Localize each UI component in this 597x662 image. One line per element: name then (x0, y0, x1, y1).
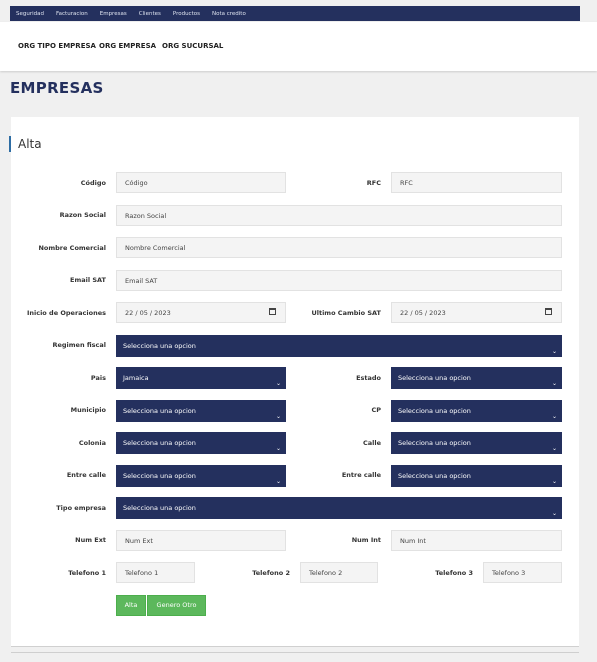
tipo-empresa-value: Selecciona una opcion (123, 504, 196, 512)
section-title: Alta (9, 136, 42, 152)
chevron-down-icon: ⌄ (551, 445, 557, 452)
calle-select[interactable]: Selecciona una opcion ⌄ (391, 432, 562, 454)
chevron-down-icon: ⌄ (275, 380, 281, 387)
entre-calle-2-value: Selecciona una opcion (398, 472, 471, 480)
colonia-value: Selecciona una opcion (123, 439, 196, 447)
entre-calle-1-select[interactable]: Selecciona una opcion ⌄ (116, 465, 286, 487)
chevron-down-icon: ⌄ (551, 510, 557, 517)
chevron-down-icon: ⌄ (275, 445, 281, 452)
telefono1-label: Telefono 1 (68, 569, 106, 577)
num-ext-label: Num Ext (75, 536, 106, 544)
nav-item-productos[interactable]: Productos (173, 11, 200, 17)
entre-calle-1-value: Selecciona una opcion (123, 472, 196, 480)
regimen-fiscal-label: Regimen fiscal (52, 341, 106, 349)
tipo-empresa-label: Tipo empresa (56, 504, 106, 512)
divider (11, 652, 579, 653)
cp-value: Selecciona una opcion (398, 407, 471, 415)
sub-navbar: ORG TIPO EMPRESA ORG EMPRESA ORG SUCURSA… (0, 22, 597, 71)
entre-calle-2-select[interactable]: Selecciona una opcion ⌄ (391, 465, 562, 487)
email-sat-label: Email SAT (70, 276, 106, 284)
nav-item-empresas[interactable]: Empresas (100, 11, 127, 17)
alta-button[interactable]: Alta (116, 595, 146, 616)
nav-item-nota-credito[interactable]: Nota credito (212, 11, 246, 17)
estado-select[interactable]: Selecciona una opcion ⌄ (391, 367, 562, 389)
razon-social-input[interactable]: Razon Social (116, 205, 562, 226)
telefono2-input[interactable]: Telefono 2 (300, 562, 378, 583)
telefono3-label: Telefono 3 (435, 569, 473, 577)
razon-social-label: Razon Social (59, 211, 106, 219)
rfc-input[interactable]: RFC (391, 172, 562, 193)
codigo-input[interactable]: Código (116, 172, 286, 193)
ultimo-cambio-sat-date[interactable]: 22 / 05 / 2023 (391, 302, 562, 323)
rfc-label: RFC (366, 179, 381, 187)
ultimo-cambio-sat-label: Ultimo Cambio SAT (311, 309, 381, 317)
telefono2-label: Telefono 2 (252, 569, 290, 577)
regimen-fiscal-value: Selecciona una opcion (123, 342, 196, 350)
pais-value: Jamaica (123, 374, 149, 382)
subnav-org-tipo-empresa[interactable]: ORG TIPO EMPRESA (18, 42, 96, 50)
chevron-down-icon: ⌄ (551, 413, 557, 420)
nombre-comercial-input[interactable]: Nombre Comercial (116, 237, 562, 258)
pais-label: Pais (90, 374, 106, 382)
num-int-label: Num Int (351, 536, 381, 544)
regimen-fiscal-select[interactable]: Selecciona una opcion ⌄ (116, 335, 562, 357)
chevron-down-icon: ⌄ (275, 413, 281, 420)
codigo-label: Código (80, 179, 106, 187)
nombre-comercial-label: Nombre Comercial (38, 244, 106, 252)
num-ext-input[interactable]: Num Ext (116, 530, 286, 551)
calendar-icon[interactable] (545, 308, 552, 315)
chevron-down-icon: ⌄ (551, 380, 557, 387)
page-title: EMPRESAS (10, 79, 104, 97)
estado-label: Estado (356, 374, 381, 382)
nav-item-seguridad[interactable]: Seguridad (16, 11, 44, 17)
municipio-label: Municipio (70, 406, 106, 414)
inicio-operaciones-value: 22 / 05 / 2023 (125, 309, 171, 317)
num-int-input[interactable]: Num Int (391, 530, 562, 551)
top-navbar: Seguridad Facturacion Empresas Clientes … (10, 6, 580, 21)
colonia-label: Colonia (78, 439, 106, 447)
chevron-down-icon: ⌄ (275, 478, 281, 485)
genero-otro-button[interactable]: Genero Otro (147, 595, 206, 616)
inicio-operaciones-label: Inicio de Operaciones (26, 309, 106, 317)
cp-select[interactable]: Selecciona una opcion ⌄ (391, 400, 562, 422)
estado-value: Selecciona una opcion (398, 374, 471, 382)
calle-value: Selecciona una opcion (398, 439, 471, 447)
chevron-down-icon: ⌄ (551, 478, 557, 485)
subnav-org-sucursal[interactable]: ORG SUCURSAL (162, 42, 223, 50)
cp-label: CP (371, 406, 381, 414)
tipo-empresa-select[interactable]: Selecciona una opcion ⌄ (116, 497, 562, 519)
ultimo-cambio-sat-value: 22 / 05 / 2023 (400, 309, 446, 317)
nav-item-facturacion[interactable]: Facturacion (56, 11, 88, 17)
colonia-select[interactable]: Selecciona una opcion ⌄ (116, 432, 286, 454)
inicio-operaciones-date[interactable]: 22 / 05 / 2023 (116, 302, 286, 323)
calendar-icon[interactable] (269, 308, 276, 315)
municipio-select[interactable]: Selecciona una opcion ⌄ (116, 400, 286, 422)
calle-label: Calle (362, 439, 381, 447)
telefono3-input[interactable]: Telefono 3 (483, 562, 562, 583)
email-sat-input[interactable]: Email SAT (116, 270, 562, 291)
pais-select[interactable]: Jamaica ⌄ (116, 367, 286, 389)
nav-item-clientes[interactable]: Clientes (139, 11, 161, 17)
entre-calle-1-label: Entre calle (66, 471, 106, 479)
municipio-value: Selecciona una opcion (123, 407, 196, 415)
entre-calle-2-label: Entre calle (341, 471, 381, 479)
chevron-down-icon: ⌄ (551, 348, 557, 355)
telefono1-input[interactable]: Telefono 1 (116, 562, 195, 583)
subnav-org-empresa[interactable]: ORG EMPRESA (99, 42, 156, 50)
